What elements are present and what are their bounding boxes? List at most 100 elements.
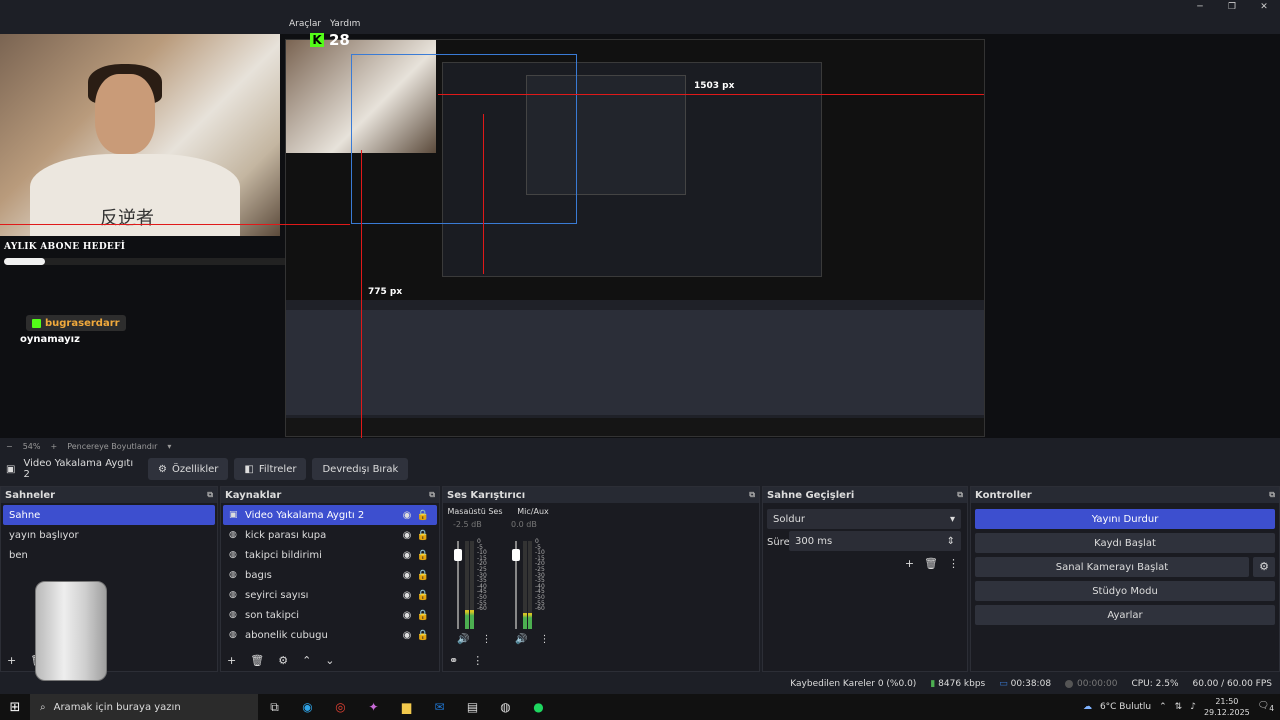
studio-mode-button[interactable]: Stüdyo Modu bbox=[975, 581, 1275, 601]
lock-icon[interactable]: 🔒 bbox=[415, 590, 431, 601]
network-icon[interactable]: ⇅ bbox=[1175, 702, 1183, 712]
chevron-down-icon[interactable]: ▾ bbox=[167, 442, 171, 451]
edge-icon[interactable]: ◉ bbox=[291, 700, 324, 714]
sources-title-bar: Kaynaklar ⧉ bbox=[221, 487, 439, 503]
scene-item[interactable]: Sahne bbox=[3, 505, 215, 525]
explorer-icon[interactable]: ▆ bbox=[390, 700, 423, 714]
fader-knob[interactable] bbox=[512, 549, 520, 561]
source-item[interactable]: ◍ takipci bildirimi ◉ 🔒 bbox=[223, 545, 437, 565]
weather-text[interactable]: 6°C Bulutlu bbox=[1100, 702, 1151, 712]
eye-icon[interactable]: ◉ bbox=[399, 630, 415, 641]
windows-taskbar: ⊞ ⌕ Aramak için buraya yazın ⧉ ◉ ◎ ✦ ▆ ✉… bbox=[0, 694, 1280, 720]
trash-icon[interactable]: 🗑 bbox=[924, 557, 938, 570]
clock[interactable]: 21:50 29.12.2025 bbox=[1204, 696, 1250, 718]
lock-icon[interactable]: 🔒 bbox=[415, 610, 431, 621]
duration-input[interactable]: 300 ms ⇕ bbox=[789, 531, 961, 551]
camera-icon: ▣ bbox=[6, 463, 16, 475]
eye-icon[interactable]: ◉ bbox=[399, 610, 415, 621]
popout-icon[interactable]: ⧉ bbox=[207, 490, 213, 500]
spinner-icon[interactable]: ⇕ bbox=[947, 536, 955, 547]
outlook-icon[interactable]: ✉ bbox=[423, 700, 456, 714]
trash-icon[interactable]: 🗑 bbox=[250, 654, 264, 667]
fit-to-window[interactable]: Pencereye Boyutlandır bbox=[67, 442, 157, 451]
guide-line-v bbox=[361, 150, 362, 438]
maximize-button[interactable]: ❐ bbox=[1216, 0, 1248, 14]
eye-icon[interactable]: ◉ bbox=[399, 510, 415, 521]
more-icon[interactable]: ⋮ bbox=[948, 557, 959, 570]
eye-icon[interactable]: ◉ bbox=[399, 570, 415, 581]
arrow-up-icon[interactable]: ⌃ bbox=[302, 654, 311, 667]
signal-icon: ▮ bbox=[930, 679, 936, 689]
fader-knob[interactable] bbox=[454, 549, 462, 561]
chrome-icon[interactable]: ◎ bbox=[324, 700, 357, 714]
obs-icon[interactable]: ◍ bbox=[489, 700, 522, 714]
start-record-button[interactable]: Kaydı Başlat bbox=[975, 533, 1275, 553]
jar-overlay bbox=[35, 581, 107, 681]
spotify-icon[interactable]: ● bbox=[522, 700, 555, 714]
windows-start-icon[interactable]: ⊞ bbox=[0, 700, 30, 715]
speaker-icon[interactable]: 🔊 bbox=[515, 634, 527, 645]
copilot-icon[interactable]: ✦ bbox=[357, 700, 390, 714]
menu-help[interactable]: Yardım bbox=[330, 19, 360, 29]
popout-icon[interactable]: ⧉ bbox=[749, 490, 755, 500]
more-icon[interactable]: ⋮ bbox=[539, 634, 549, 645]
add-icon[interactable]: + bbox=[227, 654, 236, 667]
add-icon[interactable]: + bbox=[7, 654, 16, 667]
gear-icon[interactable]: ⚙ bbox=[278, 654, 288, 667]
volume-fader[interactable] bbox=[512, 541, 520, 629]
zoom-out-button[interactable]: − bbox=[6, 442, 13, 451]
source-item[interactable]: ◍ kick parası kupa ◉ 🔒 bbox=[223, 525, 437, 545]
popout-icon[interactable]: ⧉ bbox=[957, 490, 963, 500]
store-icon[interactable]: ▤ bbox=[456, 700, 489, 714]
filter-icon: ◧ bbox=[244, 463, 254, 475]
record-time: 00:00:00 bbox=[1065, 679, 1117, 689]
eye-icon[interactable]: ◉ bbox=[399, 530, 415, 541]
notification-icon[interactable]: 🗨4 bbox=[1258, 701, 1274, 713]
filters-button[interactable]: ◧ Filtreler bbox=[234, 458, 307, 480]
lock-icon[interactable]: 🔒 bbox=[415, 550, 431, 561]
arrow-down-icon[interactable]: ⌄ bbox=[325, 654, 334, 667]
lock-icon[interactable]: 🔒 bbox=[415, 570, 431, 581]
start-vcam-button[interactable]: Sanal Kamerayı Başlat bbox=[975, 557, 1249, 577]
source-item[interactable]: ◍ son takipci ◉ 🔒 bbox=[223, 605, 437, 625]
scene-item[interactable]: yayın başlıyor bbox=[3, 525, 215, 545]
stream-time-value: 00:38:08 bbox=[1010, 679, 1052, 689]
transition-value: Soldur bbox=[773, 513, 806, 525]
volume-fader[interactable] bbox=[454, 541, 462, 629]
speaker-icon[interactable]: 🔊 bbox=[457, 634, 469, 645]
source-item[interactable]: ◍ bagıs ◉ 🔒 bbox=[223, 565, 437, 585]
menu-tools[interactable]: Araçlar bbox=[289, 19, 321, 29]
zoom-in-button[interactable]: + bbox=[50, 442, 57, 451]
preview-canvas[interactable]: 反逆者 AYLIK ABONE HEDEFİ bugraserdarr oyna… bbox=[0, 31, 1280, 438]
properties-button[interactable]: ⚙ Özellikler bbox=[148, 458, 229, 480]
source-item[interactable]: ▣ Video Yakalama Aygıtı 2 ◉ 🔒 bbox=[223, 505, 437, 525]
more-icon[interactable]: ⋮ bbox=[481, 634, 491, 645]
vcam-gear-icon[interactable]: ⚙ bbox=[1253, 557, 1275, 577]
popout-icon[interactable]: ⧉ bbox=[1269, 490, 1275, 500]
controls-title-bar: Kontroller ⧉ bbox=[971, 487, 1279, 503]
eye-icon[interactable]: ◉ bbox=[399, 590, 415, 601]
scene-item[interactable]: ben bbox=[3, 545, 215, 565]
volume-icon[interactable]: ♪ bbox=[1190, 702, 1196, 712]
eye-icon[interactable]: ◉ bbox=[399, 550, 415, 561]
stop-stream-button[interactable]: Yayını Durdur bbox=[975, 509, 1275, 529]
add-icon[interactable]: + bbox=[905, 557, 914, 570]
chevron-up-icon[interactable]: ⌃ bbox=[1159, 702, 1167, 712]
deactivate-button[interactable]: Devredışı Bırak bbox=[312, 458, 409, 480]
source-label: seyirci sayısı bbox=[245, 589, 309, 601]
minimize-button[interactable]: ─ bbox=[1184, 0, 1216, 14]
more-icon[interactable]: ⋮ bbox=[472, 654, 483, 667]
transition-select[interactable]: Soldur ▾ bbox=[767, 509, 961, 529]
source-item[interactable]: ◍ seyirci sayısı ◉ 🔒 bbox=[223, 585, 437, 605]
source-item[interactable]: ◍ abonelik cubugu ◉ 🔒 bbox=[223, 625, 437, 645]
settings-button[interactable]: Ayarlar bbox=[975, 605, 1275, 625]
taskbar-search[interactable]: ⌕ Aramak için buraya yazın bbox=[30, 694, 258, 720]
duration-value: 300 ms bbox=[795, 535, 833, 547]
lock-icon[interactable]: 🔒 bbox=[415, 510, 431, 521]
lock-icon[interactable]: 🔒 bbox=[415, 630, 431, 641]
close-button[interactable]: ✕ bbox=[1248, 0, 1280, 14]
popout-icon[interactable]: ⧉ bbox=[429, 490, 435, 500]
lock-icon[interactable]: 🔒 bbox=[415, 530, 431, 541]
link-icon[interactable]: ⚭ bbox=[449, 654, 458, 667]
task-view-icon[interactable]: ⧉ bbox=[258, 700, 291, 715]
